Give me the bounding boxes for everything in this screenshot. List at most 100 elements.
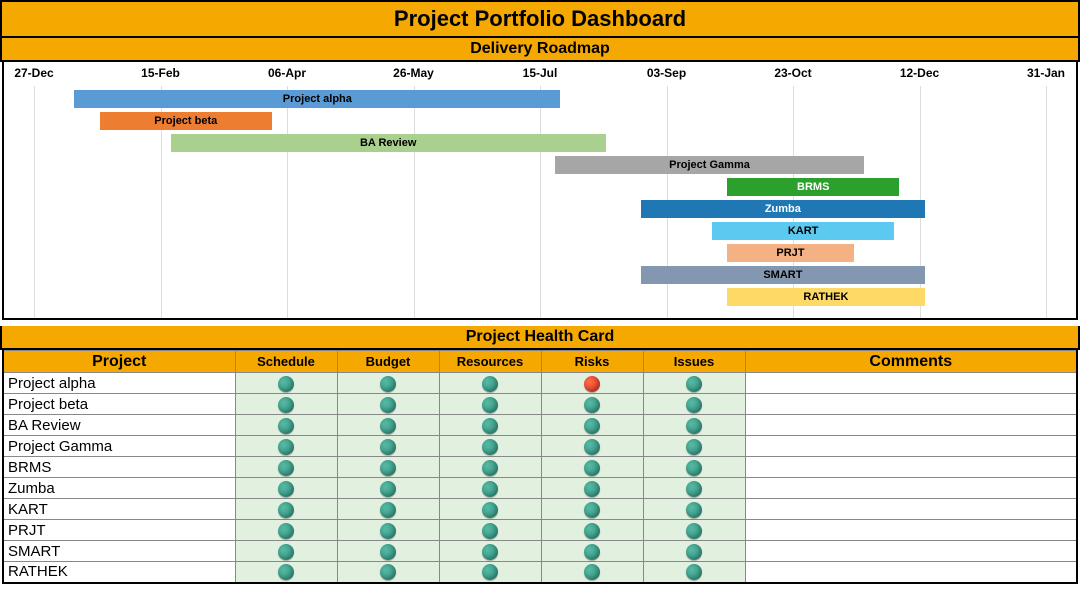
status-dot-green xyxy=(482,376,498,392)
status-cell xyxy=(235,394,337,415)
status-dot-red xyxy=(584,376,600,392)
status-dot-green xyxy=(380,439,396,455)
table-row: BRMS xyxy=(3,457,1077,478)
gantt-bar[interactable]: SMART xyxy=(641,266,924,284)
status-dot-green xyxy=(278,460,294,476)
gantt-bar-label: KART xyxy=(788,225,819,237)
gantt-bar-label: SMART xyxy=(763,269,802,281)
status-cell xyxy=(643,436,745,457)
gantt-bar-label: PRJT xyxy=(776,247,804,259)
status-cell xyxy=(235,415,337,436)
status-cell xyxy=(439,562,541,583)
status-cell xyxy=(541,373,643,394)
status-dot-green xyxy=(686,397,702,413)
status-cell xyxy=(541,562,643,583)
comment-cell[interactable] xyxy=(745,373,1077,394)
status-dot-green xyxy=(380,564,396,580)
gantt-bar[interactable]: PRJT xyxy=(727,244,854,262)
project-name-cell: BA Review xyxy=(3,415,235,436)
status-dot-green xyxy=(686,502,702,518)
status-cell xyxy=(541,415,643,436)
status-dot-green xyxy=(278,544,294,560)
project-name-cell: Project alpha xyxy=(3,373,235,394)
gantt-bar[interactable]: BRMS xyxy=(727,178,899,196)
comment-cell[interactable] xyxy=(745,457,1077,478)
status-cell xyxy=(643,394,745,415)
status-cell xyxy=(439,541,541,562)
gantt-bar-label: Project Gamma xyxy=(669,159,750,171)
status-cell xyxy=(439,436,541,457)
status-dot-green xyxy=(278,418,294,434)
table-row: BA Review xyxy=(3,415,1077,436)
status-cell xyxy=(235,541,337,562)
table-row: RATHEK xyxy=(3,562,1077,583)
project-name-cell: Zumba xyxy=(3,478,235,499)
status-cell xyxy=(439,373,541,394)
project-name-cell: SMART xyxy=(3,541,235,562)
roadmap-title: Delivery Roadmap xyxy=(0,38,1080,62)
status-cell xyxy=(643,415,745,436)
gantt-bar[interactable]: Project beta xyxy=(100,112,272,130)
status-cell xyxy=(439,499,541,520)
status-cell xyxy=(643,373,745,394)
gantt-bar[interactable]: Zumba xyxy=(641,200,924,218)
col-header-metric: Budget xyxy=(337,351,439,373)
status-cell xyxy=(643,541,745,562)
gantt-grid-line xyxy=(414,86,415,318)
status-cell xyxy=(439,478,541,499)
gantt-grid-line xyxy=(1046,86,1047,318)
status-dot-green xyxy=(686,564,702,580)
status-dot-green xyxy=(482,418,498,434)
status-cell xyxy=(541,457,643,478)
gantt-bar[interactable]: Project Gamma xyxy=(555,156,864,174)
project-name-cell: Project beta xyxy=(3,394,235,415)
status-dot-green xyxy=(278,523,294,539)
gantt-date-label: 23-Oct xyxy=(774,66,811,80)
gantt-date-label: 03-Sep xyxy=(647,66,686,80)
project-name-cell: Project Gamma xyxy=(3,436,235,457)
gantt-bar-label: BA Review xyxy=(360,137,416,149)
status-dot-green xyxy=(380,481,396,497)
comment-cell[interactable] xyxy=(745,436,1077,457)
col-header-metric: Resources xyxy=(439,351,541,373)
project-name-cell: RATHEK xyxy=(3,562,235,583)
gantt-chart: 27-Dec15-Feb06-Apr26-May15-Jul03-Sep23-O… xyxy=(2,62,1078,320)
status-dot-green xyxy=(482,544,498,560)
status-cell xyxy=(643,499,745,520)
status-cell xyxy=(439,457,541,478)
gantt-date-label: 15-Feb xyxy=(141,66,180,80)
project-name-cell: BRMS xyxy=(3,457,235,478)
gantt-bar[interactable]: Project alpha xyxy=(74,90,560,108)
status-cell xyxy=(337,499,439,520)
gantt-bar[interactable]: KART xyxy=(712,222,894,240)
status-cell xyxy=(235,478,337,499)
comment-cell[interactable] xyxy=(745,520,1077,541)
status-dot-green xyxy=(584,564,600,580)
status-cell xyxy=(643,562,745,583)
comment-cell[interactable] xyxy=(745,541,1077,562)
gantt-bar[interactable]: RATHEK xyxy=(727,288,924,306)
status-dot-green xyxy=(584,502,600,518)
status-dot-green xyxy=(380,523,396,539)
comment-cell[interactable] xyxy=(745,394,1077,415)
dashboard-title: Project Portfolio Dashboard xyxy=(0,0,1080,38)
status-dot-green xyxy=(380,544,396,560)
status-cell xyxy=(541,499,643,520)
status-cell xyxy=(337,457,439,478)
status-dot-green xyxy=(482,481,498,497)
status-dot-green xyxy=(482,502,498,518)
comment-cell[interactable] xyxy=(745,415,1077,436)
status-dot-green xyxy=(380,376,396,392)
comment-cell[interactable] xyxy=(745,562,1077,583)
gantt-bar-label: Project beta xyxy=(154,115,217,127)
status-dot-green xyxy=(380,460,396,476)
comment-cell[interactable] xyxy=(745,499,1077,520)
status-dot-green xyxy=(584,418,600,434)
status-dot-green xyxy=(686,418,702,434)
col-header-metric: Schedule xyxy=(235,351,337,373)
status-cell xyxy=(337,478,439,499)
comment-cell[interactable] xyxy=(745,478,1077,499)
status-dot-green xyxy=(482,439,498,455)
gantt-bar-label: RATHEK xyxy=(803,291,848,303)
gantt-bar[interactable]: BA Review xyxy=(171,134,606,152)
